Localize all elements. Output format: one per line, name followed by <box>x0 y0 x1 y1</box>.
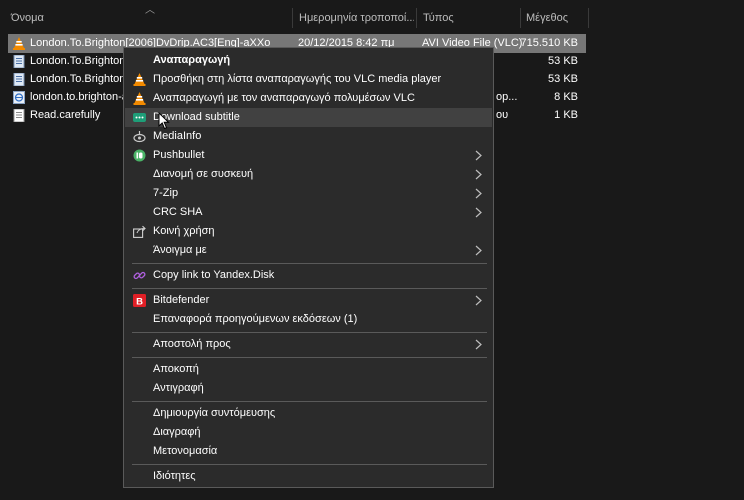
menu-item-add-to-vlc-playlist[interactable]: Προσθήκη στη λίστα αναπαραγωγής του VLC … <box>125 70 492 89</box>
chevron-right-icon <box>475 295 482 306</box>
vlc-cone-icon <box>133 73 146 86</box>
menu-item-label: Copy link to Yandex.Disk <box>153 269 275 281</box>
menu-item-label: Αναπαραγωγή με τον αναπαραγωγό πολυμέσων… <box>153 92 415 104</box>
menu-item-label: 7-Zip <box>153 187 179 199</box>
svg-text:B: B <box>136 296 143 307</box>
column-divider[interactable] <box>588 8 589 28</box>
menu-item-play-with-vlc[interactable]: Αναπαραγωγή με τον αναπαραγωγό πολυμέσων… <box>125 89 492 108</box>
chevron-right-icon <box>475 339 482 350</box>
menu-item-restore-previous-versions[interactable]: Επαναφορά προηγούμενων εκδόσεων (1) <box>125 310 492 329</box>
file-name: Read.carefully <box>30 109 101 121</box>
menu-item-label: Άνοιγμα με <box>153 244 207 256</box>
menu-item-label: Ιδιότητες <box>153 470 196 482</box>
file-size: 53 KB <box>548 73 578 85</box>
menu-item-share[interactable]: Κοινή χρήση <box>125 222 492 241</box>
column-divider[interactable] <box>416 8 417 28</box>
column-divider[interactable] <box>292 8 293 28</box>
file-size: 53 KB <box>548 55 578 67</box>
file-size: 1 KB <box>554 109 578 121</box>
menu-item-mediainfo[interactable]: MediaInfo <box>125 127 492 146</box>
menu-separator <box>132 401 487 402</box>
menu-item-send-to[interactable]: Αποστολή προς <box>125 335 492 354</box>
column-size-header[interactable]: Μέγεθος <box>521 8 587 28</box>
menu-item-yandex-disk[interactable]: Copy link to Yandex.Disk <box>125 266 492 285</box>
menu-item-label: Αναπαραγωγή <box>153 54 231 66</box>
menu-item-7zip[interactable]: 7-Zip <box>125 184 492 203</box>
file-type: ου <box>496 109 509 121</box>
menu-separator <box>132 332 487 333</box>
plain-text-icon <box>13 109 25 122</box>
menu-item-label: Επαναφορά προηγούμενων εκδόσεων (1) <box>153 313 358 325</box>
menu-item-create-shortcut[interactable]: Δημιουργία συντόμευσης <box>125 404 492 423</box>
vlc-cone-icon <box>133 92 146 105</box>
bitdefender-icon: B <box>133 294 146 307</box>
mediainfo-icon <box>133 131 146 143</box>
menu-item-label: Bitdefender <box>153 294 210 306</box>
column-date-header[interactable]: Ημερομηνία τροποποί... <box>294 8 414 28</box>
chevron-right-icon <box>475 188 482 199</box>
menu-item-label: Αποστολή προς <box>153 338 231 350</box>
file-name: London.To.Brighton[ <box>30 55 129 67</box>
menu-item-label: Διαγραφή <box>153 426 201 438</box>
column-header-bar: ︿ Όνομα Ημερομηνία τροποποί... Τύπος Μέγ… <box>0 0 744 32</box>
file-name: london.to.brighton-a <box>30 91 128 103</box>
vlc-cone-icon <box>13 37 25 50</box>
subtitle-icon <box>133 113 146 122</box>
menu-separator <box>132 357 487 358</box>
menu-item-label: Δημιουργία συντόμευσης <box>153 407 276 419</box>
menu-item-label: Αποκοπή <box>153 363 199 375</box>
chevron-right-icon <box>475 150 482 161</box>
menu-separator <box>132 464 487 465</box>
web-shortcut-icon <box>13 91 25 104</box>
menu-item-open-with[interactable]: Άνοιγμα με <box>125 241 492 260</box>
menu-separator <box>132 288 487 289</box>
menu-item-label: Μετονομασία <box>153 445 218 457</box>
menu-item-label: CRC SHA <box>153 206 203 218</box>
menu-item-copy[interactable]: Αντιγραφή <box>125 379 492 398</box>
column-name-header[interactable]: Όνομα <box>6 8 288 28</box>
menu-item-pushbullet[interactable]: Pushbullet <box>125 146 492 165</box>
menu-item-label: Αντιγραφή <box>153 382 204 394</box>
context-menu: Αναπαραγωγή Προσθήκη στη λίστα αναπαραγω… <box>123 47 494 488</box>
mouse-cursor-icon <box>158 112 170 130</box>
text-document-icon <box>13 73 25 86</box>
menu-item-share-to-device[interactable]: Διανομή σε συσκευή <box>125 165 492 184</box>
link-icon <box>133 271 146 280</box>
menu-separator <box>132 263 487 264</box>
pushbullet-icon <box>133 149 146 162</box>
chevron-right-icon <box>475 207 482 218</box>
file-size: 715.510 KB <box>520 37 579 49</box>
column-type-header[interactable]: Τύπος <box>418 8 518 28</box>
menu-item-properties[interactable]: Ιδιότητες <box>125 467 492 486</box>
file-type: op... <box>496 91 518 103</box>
menu-item-play[interactable]: Αναπαραγωγή <box>125 51 492 70</box>
menu-item-crc-sha[interactable]: CRC SHA <box>125 203 492 222</box>
menu-item-label: Κοινή χρήση <box>153 225 215 237</box>
menu-item-rename[interactable]: Μετονομασία <box>125 442 492 461</box>
chevron-right-icon <box>475 169 482 180</box>
menu-item-cut[interactable]: Αποκοπή <box>125 360 492 379</box>
file-size: 8 KB <box>554 91 578 103</box>
menu-item-label: Pushbullet <box>153 149 205 161</box>
menu-item-label: Προσθήκη στη λίστα αναπαραγωγής του VLC … <box>153 73 442 85</box>
menu-item-bitdefender[interactable]: B Bitdefender <box>125 291 492 310</box>
chevron-right-icon <box>475 245 482 256</box>
text-document-icon <box>13 55 25 68</box>
share-icon <box>133 225 146 238</box>
menu-item-download-subtitle[interactable]: Download subtitle <box>125 108 492 127</box>
menu-item-label: Διανομή σε συσκευή <box>153 168 254 180</box>
file-name: London.To.Brighton[ <box>30 73 129 85</box>
menu-item-delete[interactable]: Διαγραφή <box>125 423 492 442</box>
